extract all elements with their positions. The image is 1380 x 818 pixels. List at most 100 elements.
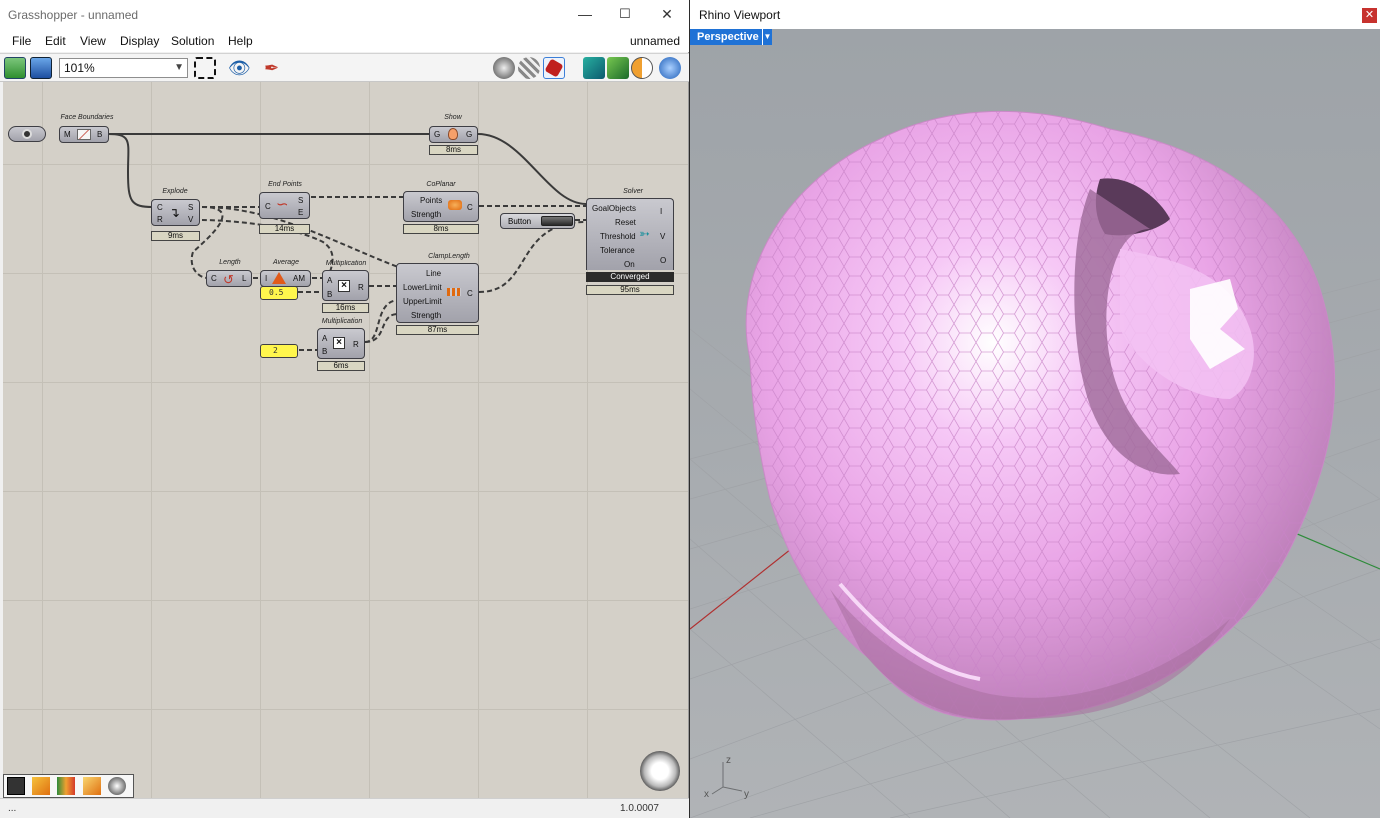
average-component[interactable]: I AM xyxy=(260,270,311,287)
input-m[interactable]: M xyxy=(64,130,71,139)
menu-solution[interactable]: Solution xyxy=(171,34,214,48)
output-v[interactable]: V xyxy=(660,232,665,241)
output-s[interactable]: S xyxy=(298,196,303,205)
input-goalobjects[interactable]: GoalObjects xyxy=(592,204,636,213)
sketch-pen-icon[interactable]: ✒ xyxy=(264,57,286,79)
input-r[interactable]: R xyxy=(157,215,163,224)
wire-boundaries-explode xyxy=(107,133,154,208)
menu-help[interactable]: Help xyxy=(228,34,253,48)
end-points-component[interactable]: C ∽ S E xyxy=(259,192,310,219)
input-b[interactable]: B xyxy=(327,290,332,299)
input-c[interactable]: C xyxy=(265,202,271,211)
number-slider-2[interactable]: 2 xyxy=(260,344,298,358)
number-slider-0-5[interactable]: 0.5 xyxy=(260,286,298,300)
display-settings-icon[interactable] xyxy=(659,57,681,79)
menu-file[interactable]: File xyxy=(12,34,31,48)
menu-display[interactable]: Display xyxy=(120,34,159,48)
output-b[interactable]: B xyxy=(97,130,102,139)
output-i[interactable]: I xyxy=(660,207,662,216)
input-c[interactable]: C xyxy=(211,274,217,283)
button-component[interactable]: Button xyxy=(500,213,575,229)
menu-edit[interactable]: Edit xyxy=(45,34,66,48)
output-am[interactable]: AM xyxy=(293,274,305,283)
input-reset[interactable]: Reset xyxy=(615,218,636,227)
multiplication2-component[interactable]: A B × R xyxy=(317,328,365,359)
minimize-button[interactable]: — xyxy=(572,4,598,24)
multiplication1-component[interactable]: A B × R xyxy=(322,270,369,301)
close-icon[interactable]: ✕ xyxy=(1362,8,1377,23)
input-threshold[interactable]: Threshold xyxy=(600,232,636,241)
coplanar-component[interactable]: Points Strength C xyxy=(403,191,479,222)
lightbulb-icon xyxy=(448,128,458,140)
output-v[interactable]: V xyxy=(188,215,193,224)
clamplength-component[interactable]: Line LowerLimit UpperLimit Strength C xyxy=(396,263,479,323)
selected-only-icon[interactable] xyxy=(607,57,629,79)
length-label: Length xyxy=(219,259,241,266)
show-component[interactable]: G G xyxy=(429,126,478,143)
input-a[interactable]: A xyxy=(322,334,327,343)
wireframe-preview-icon[interactable] xyxy=(518,57,540,79)
output-g[interactable]: G xyxy=(466,130,472,139)
output-s[interactable]: S xyxy=(188,203,193,212)
input-strength[interactable]: Strength xyxy=(411,311,441,320)
network-icon[interactable] xyxy=(57,777,75,795)
mesh-param-component[interactable] xyxy=(8,126,46,142)
input-c[interactable]: C xyxy=(157,203,163,212)
output-o[interactable]: O xyxy=(660,256,666,265)
profiler-dial-icon[interactable] xyxy=(640,751,680,791)
import-icon[interactable] xyxy=(7,777,25,795)
output-r[interactable]: R xyxy=(353,340,359,349)
length-component[interactable]: C ↺ L xyxy=(206,270,252,287)
button-toggle[interactable] xyxy=(541,216,573,226)
zoom-select[interactable]: 101% ▼ xyxy=(59,58,188,78)
solver-label: Solver xyxy=(623,188,643,195)
input-a[interactable]: A xyxy=(327,276,332,285)
solver-component[interactable]: GoalObjects Reset Threshold Tolerance On… xyxy=(586,198,674,270)
input-strength[interactable]: Strength xyxy=(411,210,441,219)
output-c[interactable]: C xyxy=(467,203,473,212)
input-points[interactable]: Points xyxy=(420,196,442,205)
preview-eye-icon[interactable]: 👁 xyxy=(228,57,251,79)
face-boundaries-icon xyxy=(77,129,91,140)
mesh-tool-icon[interactable] xyxy=(108,777,126,795)
document-preview-icon[interactable] xyxy=(631,57,653,79)
end-points-label: End Points xyxy=(268,181,302,188)
explode-component[interactable]: C R ↴ S V xyxy=(151,199,200,226)
clamplength-icon xyxy=(447,288,461,296)
face-boundaries-component[interactable]: M B xyxy=(59,126,109,143)
input-line[interactable]: Line xyxy=(426,269,441,278)
input-g[interactable]: G xyxy=(434,130,440,139)
grasshopper-canvas[interactable]: Face Boundaries M B Show G G 8ms Explode… xyxy=(3,82,688,798)
input-on[interactable]: On xyxy=(624,260,635,269)
output-r[interactable]: R xyxy=(358,283,364,292)
close-button[interactable]: ✕ xyxy=(654,4,680,24)
clamplength-timer: 87ms xyxy=(396,325,479,335)
input-i[interactable]: I xyxy=(265,274,267,283)
menu-view[interactable]: View xyxy=(80,34,106,48)
shaded-preview-icon[interactable] xyxy=(543,57,565,79)
chevron-down-icon[interactable]: ▼ xyxy=(762,29,772,45)
output-l[interactable]: L xyxy=(242,274,246,283)
zoom-extents-icon[interactable] xyxy=(194,57,216,79)
save-icon[interactable] xyxy=(30,57,52,79)
multiplication1-label: Multiplication xyxy=(325,260,367,267)
viewport-tab-perspective[interactable]: Perspective ▼ xyxy=(690,29,772,45)
preview-off-icon[interactable] xyxy=(493,57,515,79)
input-tolerance[interactable]: Tolerance xyxy=(600,246,635,255)
preview-mesh-icon[interactable] xyxy=(583,57,605,79)
output-e[interactable]: E xyxy=(298,208,303,217)
button-label: Button xyxy=(508,217,532,226)
open-file-icon[interactable] xyxy=(4,57,26,79)
maximize-button[interactable]: ☐ xyxy=(612,4,638,24)
triangle-tool-icon[interactable] xyxy=(83,777,101,795)
kangaroo-goals-icon[interactable] xyxy=(32,777,50,795)
show-label: Show xyxy=(444,114,462,121)
input-lowerlimit[interactable]: LowerLimit xyxy=(403,283,442,292)
show-timer: 8ms xyxy=(429,145,478,155)
output-c[interactable]: C xyxy=(467,289,473,298)
kangaroo-icon: ➳ xyxy=(639,226,650,241)
input-b[interactable]: B xyxy=(322,347,327,356)
input-upperlimit[interactable]: UpperLimit xyxy=(403,297,442,306)
document-name: unnamed xyxy=(629,34,680,48)
perspective-viewport[interactable]: z x y Perspective ▼ xyxy=(690,29,1380,818)
